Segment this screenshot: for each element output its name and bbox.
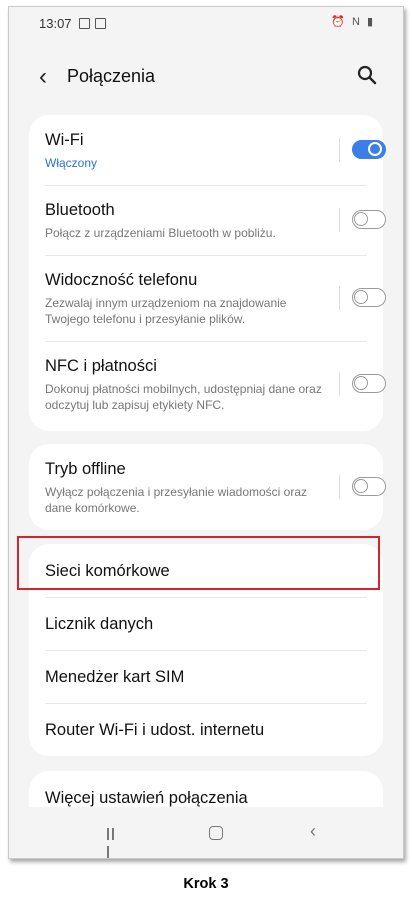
offline-label: Tryb offline	[45, 460, 126, 478]
data-usage-row[interactable]: Licznik danych	[29, 597, 383, 650]
back-icon[interactable]: ‹	[39, 63, 47, 91]
nav-back-icon[interactable]: ‹	[310, 821, 316, 842]
step-caption: Krok 3	[183, 876, 229, 892]
search-icon[interactable]	[357, 65, 377, 85]
bluetooth-row[interactable]: Bluetooth Połącz z urządzeniami Bluetoot…	[29, 185, 386, 255]
wifi-row[interactable]: Wi-Fi Włączony	[29, 115, 386, 185]
wifi-label: Wi-Fi	[45, 131, 84, 149]
nfc-label: NFC i płatności	[45, 357, 157, 375]
status-bar: 13:07 ⏰ N ▮	[17, 7, 395, 35]
data-usage-label: Licznik danych	[45, 615, 154, 633]
home-icon[interactable]	[209, 826, 223, 840]
separator	[339, 208, 340, 232]
status-right-icons: ⏰ N ▮	[331, 16, 375, 28]
offline-row[interactable]: Tryb offline Wyłącz połączenia i przesył…	[29, 444, 386, 530]
phone-visibility-description: Zezwalaj innym urządzeniom na znajdowani…	[45, 296, 287, 326]
hotspot-row[interactable]: Router Wi-Fi i udost. internetu	[29, 703, 383, 756]
gallery-notification-icon	[79, 18, 90, 29]
wifi-toggle[interactable]	[352, 140, 386, 159]
nfc-description: Dokonuj płatności mobilnych, udostępniaj…	[45, 382, 322, 412]
page-title: Połączenia	[67, 66, 156, 86]
phone-visibility-toggle[interactable]	[352, 288, 386, 307]
recent-apps-icon[interactable]	[107, 827, 121, 858]
sim-manager-label: Menedżer kart SIM	[45, 668, 185, 686]
hotspot-label: Router Wi-Fi i udost. internetu	[45, 721, 265, 739]
offline-description: Wyłącz połączenia i przesyłanie wiadomoś…	[45, 485, 308, 515]
app-bar: ‹ Połączenia	[17, 53, 395, 99]
sim-manager-row[interactable]: Menedżer kart SIM	[29, 650, 383, 703]
more-settings-label: Więcej ustawień połączenia	[45, 789, 248, 807]
nfc-toggle[interactable]	[352, 374, 386, 393]
connections-card: Wi-Fi Włączony Bluetooth Połącz z urządz…	[29, 115, 386, 431]
separator	[339, 475, 340, 499]
highlight-box	[17, 536, 380, 590]
separator	[339, 372, 340, 396]
separator	[339, 138, 340, 162]
offline-toggle[interactable]	[352, 477, 386, 496]
app-notification-icon	[95, 18, 106, 29]
wifi-status: Włączony	[45, 156, 98, 170]
phone-screen: 13:07 ⏰ N ▮ ‹ Połączenia Wi-Fi Włączony	[17, 7, 395, 858]
status-time: 13:07	[39, 16, 72, 31]
phone-visibility-label: Widoczność telefonu	[45, 271, 198, 289]
separator	[339, 286, 340, 310]
bluetooth-toggle[interactable]	[352, 210, 386, 229]
bluetooth-description: Połącz z urządzeniami Bluetooth w pobliż…	[45, 226, 276, 240]
screenshot-frame: 13:07 ⏰ N ▮ ‹ Połączenia Wi-Fi Włączony	[8, 6, 404, 859]
nfc-row[interactable]: NFC i płatności Dokonuj płatności mobiln…	[29, 341, 386, 431]
bluetooth-label: Bluetooth	[45, 201, 115, 219]
navigation-bar: ‹	[17, 807, 395, 858]
offline-card: Tryb offline Wyłącz połączenia i przesył…	[29, 444, 386, 530]
phone-visibility-row[interactable]: Widoczność telefonu Zezwalaj innym urząd…	[29, 255, 386, 341]
